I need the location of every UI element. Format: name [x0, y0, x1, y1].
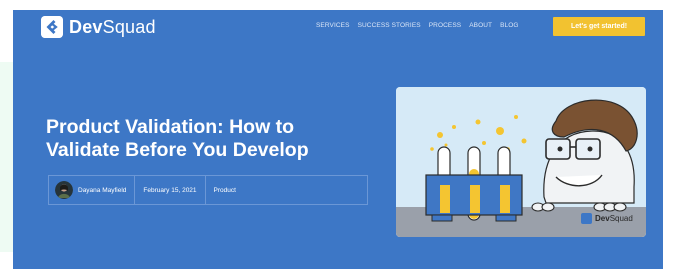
illustration-brand-text: DevSquad	[595, 214, 633, 223]
illustration-brand: DevSquad	[581, 213, 633, 224]
article-title: Product Validation: How to Validate Befo…	[46, 116, 366, 162]
logo-wordmark: DevSquad	[69, 16, 156, 37]
author-name[interactable]: Dayana Mayfield	[78, 187, 126, 194]
hero-banner: DevSquad SERVICES SUCCESS STORIES PROCES…	[13, 10, 663, 269]
nav-blog[interactable]: BLOG	[500, 22, 518, 29]
article-title-line-1: Product Validation: How to	[46, 116, 295, 138]
author-avatar	[55, 181, 73, 199]
meta-divider	[204, 175, 206, 205]
nav-about[interactable]: ABOUT	[469, 22, 492, 29]
article-meta: Dayana Mayfield February 15, 2021 Produc…	[48, 175, 368, 205]
main-nav: SERVICES SUCCESS STORIES PROCESS ABOUT B…	[316, 22, 519, 29]
category-link[interactable]: Product	[214, 187, 236, 194]
get-started-button[interactable]: Let's get started!	[553, 17, 645, 36]
nav-process[interactable]: PROCESS	[429, 22, 462, 29]
publish-date: February 15, 2021	[143, 186, 197, 194]
meta-divider	[134, 175, 136, 205]
devsquad-logo-icon	[581, 213, 592, 224]
nav-success-stories[interactable]: SUCCESS STORIES	[358, 22, 421, 29]
nav-services[interactable]: SERVICES	[316, 22, 350, 29]
site-logo[interactable]: DevSquad	[41, 16, 156, 38]
article-title-line-2: Validate Before You Develop	[46, 139, 309, 161]
devsquad-logo-icon	[41, 16, 63, 38]
